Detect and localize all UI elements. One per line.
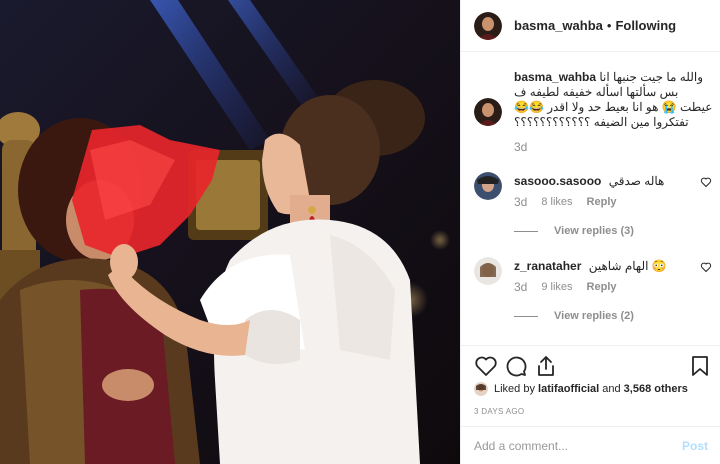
comments-list: basma_wahba والله ما جيت جنبها انا بس سأ… [461,52,720,345]
bookmark-icon[interactable] [688,354,712,378]
add-comment-input[interactable]: Add a comment... [474,439,682,453]
liked-by: Liked by latifaofficial and 3,568 others [474,382,688,396]
avatar[interactable] [474,172,502,200]
comment-time[interactable]: 3d [514,195,527,209]
avatar[interactable] [474,257,502,285]
replies-divider [514,315,538,317]
post-caption: basma_wahba والله ما جيت جنبها انا بس سأ… [474,70,714,154]
liked-by-prefix: Liked by [494,383,535,395]
comment-line: sasooo.sasooo هاله صدقي [514,172,714,189]
post-date[interactable]: 3 DAYS AGO [474,407,524,416]
caption-text-block: basma_wahba والله ما جيت جنبها انا بس سأ… [514,70,714,130]
header-username[interactable]: basma_wahba [514,18,603,33]
comment-heart-icon[interactable] [700,261,712,273]
comment-likes[interactable]: 8 likes [541,196,572,208]
comment-icon[interactable] [504,354,528,378]
reply-button[interactable]: Reply [587,281,617,293]
comment-time[interactable]: 3d [514,280,527,294]
post-actions: Liked by latifaofficial and 3,568 others… [461,345,720,460]
view-replies-button[interactable]: View replies (2) [514,310,714,322]
caption-username[interactable]: basma_wahba [514,70,596,84]
liked-by-others[interactable]: 3,568 others [624,383,688,395]
comment-line: z_ranataher الهام شاهين 😳 [514,257,714,274]
comment-text: هاله صدقي [608,174,665,188]
comment-item: sasooo.sasooo هاله صدقي 3d 8 likes Reply… [474,172,714,237]
view-replies-label: View replies (2) [554,310,634,322]
post-photo[interactable] [0,0,460,464]
avatar[interactable] [474,98,502,126]
share-icon[interactable] [534,354,558,378]
liked-by-user[interactable]: latifaofficial [538,383,599,395]
comment-meta: 3d 8 likes Reply [514,195,714,209]
liked-by-connector: and [602,383,621,395]
view-replies-button[interactable]: View replies (3) [514,225,714,237]
header-separator: • [606,18,612,33]
comment-username[interactable]: sasooo.sasooo [514,174,601,188]
follow-status-button[interactable]: Following [615,18,676,33]
post-side-panel: basma_wahba • Following basma_wahba والل… [460,0,720,464]
action-icons [474,354,712,380]
view-replies-label: View replies (3) [554,225,634,237]
comment-username[interactable]: z_ranataher [514,259,581,273]
add-comment-bar: Add a comment... Post [461,426,720,464]
avatar[interactable] [474,382,488,396]
replies-divider [514,230,538,232]
post-photo-image [0,0,460,464]
comment-item: z_ranataher الهام شاهين 😳 3d 9 likes Rep… [474,257,714,322]
avatar[interactable] [474,11,502,40]
comment-likes[interactable]: 9 likes [541,281,572,293]
caption-time[interactable]: 3d [514,140,714,154]
heart-icon[interactable] [474,354,498,378]
comment-heart-icon[interactable] [700,176,712,188]
post-header: basma_wahba • Following [461,0,720,52]
reply-button[interactable]: Reply [587,196,617,208]
post-comment-button[interactable]: Post [682,439,708,453]
comment-meta: 3d 9 likes Reply [514,280,714,294]
comment-text: الهام شاهين 😳 [588,259,667,273]
